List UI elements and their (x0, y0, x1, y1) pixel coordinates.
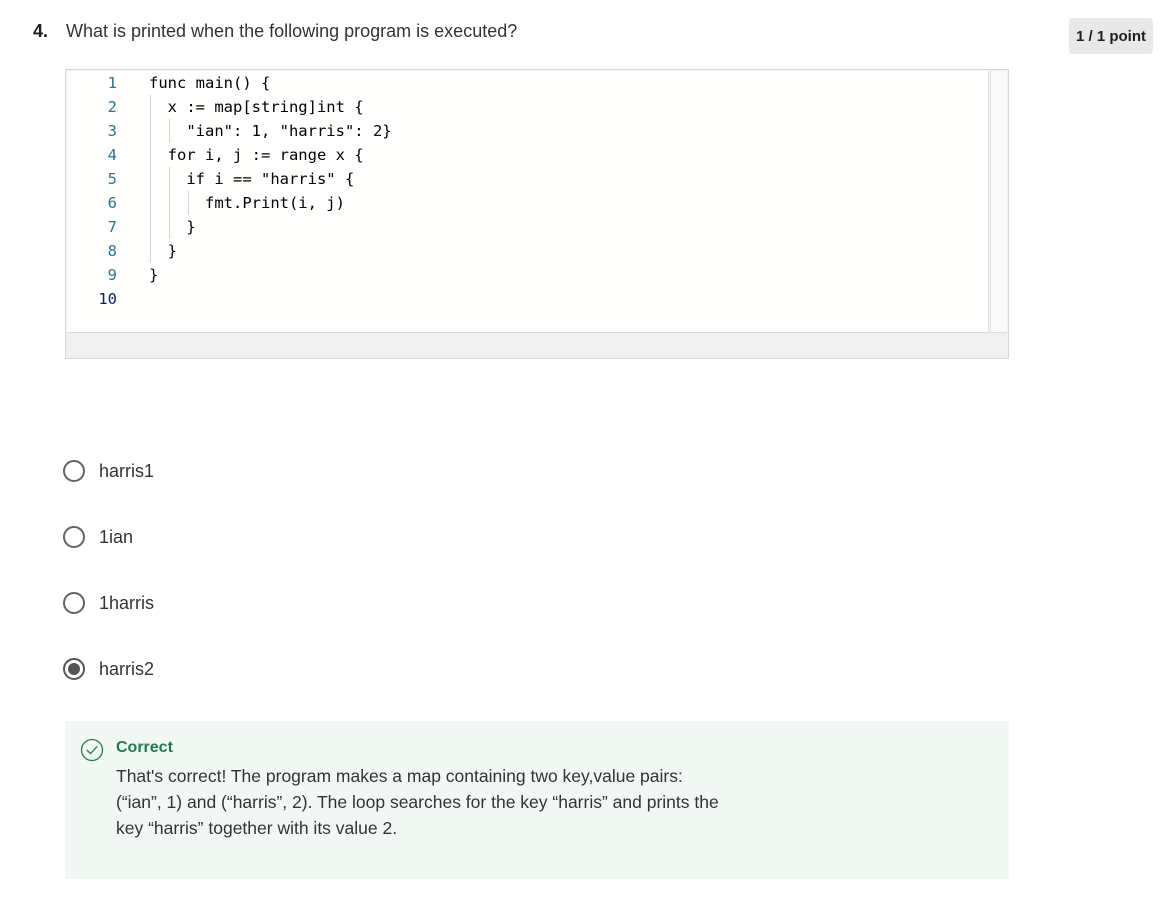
feedback-panel: Correct That's correct! The program make… (65, 721, 1009, 879)
check-circle-icon (80, 738, 104, 762)
option-label[interactable]: harris1 (99, 461, 154, 482)
option-label[interactable]: harris2 (99, 659, 154, 680)
option-label[interactable]: 1harris (99, 593, 154, 614)
answer-option-harris2[interactable]: harris2 (63, 656, 154, 682)
line-number: 3 (107, 122, 117, 140)
code-line: 8 } (67, 239, 987, 263)
answer-option-harris1[interactable]: harris1 (63, 458, 154, 484)
code-text: } (149, 218, 196, 236)
radio-button-selected[interactable] (63, 658, 85, 680)
code-block: 1 func main() { 2 x := map[string]int { … (65, 69, 1009, 359)
answer-option-1ian[interactable]: 1ian (63, 524, 133, 550)
code-editor[interactable]: 1 func main() { 2 x := map[string]int { … (67, 71, 989, 333)
radio-button[interactable] (63, 592, 85, 614)
feedback-text: That's correct! The program makes a map … (116, 766, 719, 838)
line-number: 9 (107, 266, 117, 284)
answer-option-1harris[interactable]: 1harris (63, 590, 154, 616)
code-line: 6 fmt.Print(i, j) (67, 191, 987, 215)
code-text: } (149, 242, 177, 260)
line-number: 1 (107, 74, 117, 92)
code-line: 10 (67, 287, 987, 311)
code-line: 4 for i, j := range x { (67, 143, 987, 167)
code-scrollbar[interactable] (990, 71, 1007, 333)
code-text: } (149, 266, 159, 284)
line-number: 8 (107, 242, 117, 260)
line-number: 7 (107, 218, 117, 236)
radio-button[interactable] (63, 460, 85, 482)
question-text: What is printed when the following progr… (66, 21, 518, 41)
code-text: x := map[string]int { (149, 98, 364, 116)
code-text: "ian": 1, "harris": 2} (149, 122, 392, 140)
code-text: func main() { (149, 74, 271, 92)
feedback-status: Correct (116, 739, 173, 756)
points-badge: 1 / 1 point (1069, 18, 1153, 54)
code-line: 3 "ian": 1, "harris": 2} (67, 119, 987, 143)
code-text: fmt.Print(i, j) (149, 194, 345, 212)
question-number: 4. (33, 21, 49, 41)
quiz-question-page: 4. What is printed when the following pr… (0, 0, 1164, 900)
code-line: 9 } (67, 263, 987, 287)
line-number: 6 (107, 194, 117, 212)
code-line: 7 } (67, 215, 987, 239)
option-label[interactable]: 1ian (99, 527, 133, 548)
code-text: if i == "harris" { (149, 170, 355, 188)
code-line: 2 x := map[string]int { (67, 95, 987, 119)
radio-button[interactable] (63, 526, 85, 548)
line-number: 2 (107, 98, 117, 116)
code-line: 1 func main() { (67, 71, 987, 95)
code-text: for i, j := range x { (149, 146, 364, 164)
line-number: 10 (98, 290, 117, 308)
code-line: 5 if i == "harris" { (67, 167, 987, 191)
line-number: 5 (107, 170, 117, 188)
line-number: 4 (107, 146, 117, 164)
